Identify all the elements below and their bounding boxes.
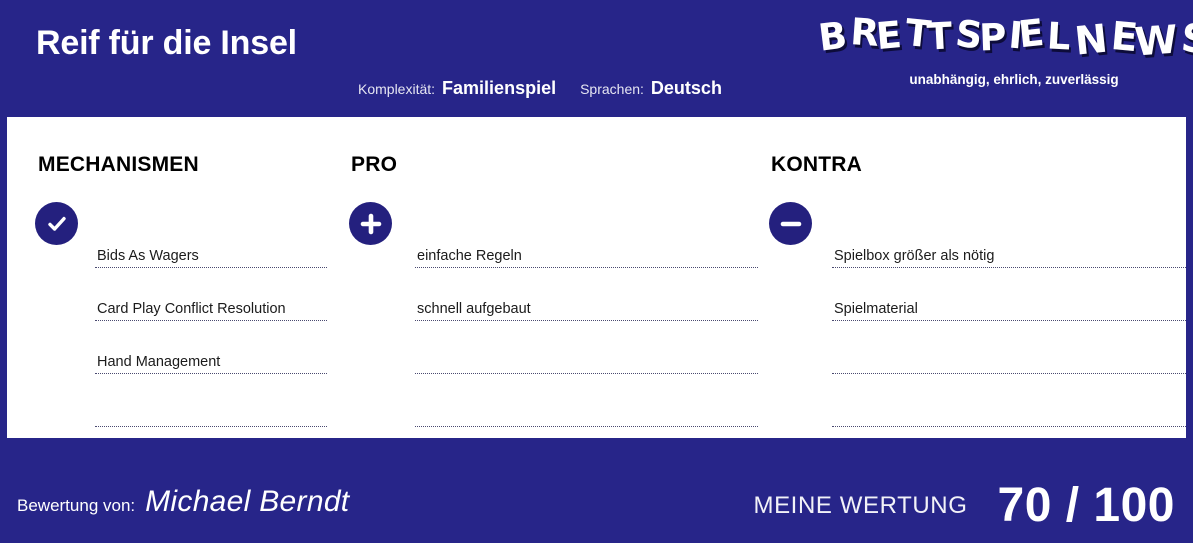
plus-circle-icon — [349, 202, 392, 245]
list-item[interactable]: Spielmaterial — [832, 268, 1186, 321]
list-item[interactable] — [95, 374, 327, 427]
list-item[interactable] — [832, 374, 1186, 427]
reviewer-name: Michael Berndt — [145, 485, 350, 518]
list-item-label: einfache Regeln — [417, 248, 522, 264]
score-value: 70 / 100 — [997, 479, 1175, 532]
column-kontra: KONTRA Spielbox größer als nötig Spielma… — [757, 117, 1186, 438]
entry-list-mechanismen: Bids As Wagers Card Play Conflict Resolu… — [95, 215, 327, 427]
brettspielnews-logo: BRETTSPIEL NEWS unabhängig, ehrlich, zuv… — [816, 10, 1193, 100]
entry-list-pro: einfache Regeln schnell aufgebaut — [415, 215, 758, 427]
reviewer-block: Bewertung von: Michael Berndt — [17, 485, 349, 519]
list-item[interactable] — [832, 321, 1186, 374]
list-item-label: Card Play Conflict Resolution — [97, 301, 286, 317]
list-item-label: Spielmaterial — [834, 301, 918, 317]
review-card: MECHANISMEN Bids As Wagers Card Play Con… — [7, 117, 1186, 438]
entry-list-kontra: Spielbox größer als nötig Spielmaterial — [832, 215, 1186, 427]
list-item[interactable]: einfache Regeln — [415, 215, 758, 268]
logo-word-brettspiel: BRETTSPIEL — [815, 10, 1072, 60]
list-item[interactable]: Hand Management — [95, 321, 327, 374]
list-item[interactable] — [415, 321, 758, 374]
column-heading-kontra: KONTRA — [771, 153, 863, 176]
logo-word-news: NEWS — [1072, 14, 1193, 66]
column-heading-pro: PRO — [351, 153, 398, 176]
column-mechanismen: MECHANISMEN Bids As Wagers Card Play Con… — [7, 117, 347, 438]
complexity-label: Komplexität: — [358, 81, 436, 97]
header-bar: Reif für die Insel Komplexität: Familien… — [0, 0, 1193, 117]
complexity-value: Familienspiel — [442, 78, 557, 98]
list-item[interactable]: Bids As Wagers — [95, 215, 327, 268]
list-item-label: Spielbox größer als nötig — [834, 248, 995, 264]
score-block: MEINE WERTUNG 70 / 100 — [753, 478, 1175, 533]
logo-wordmark: BRETTSPIEL NEWS — [816, 10, 1193, 70]
minus-circle-icon — [769, 202, 812, 245]
score-label: MEINE WERTUNG — [753, 491, 968, 519]
list-item-label: schnell aufgebaut — [417, 301, 531, 317]
footer-bar: Bewertung von: Michael Berndt MEINE WERT… — [0, 438, 1193, 543]
review-columns: MECHANISMEN Bids As Wagers Card Play Con… — [7, 117, 1186, 438]
reviewer-label: Bewertung von: — [17, 496, 136, 515]
logo-tagline: unabhängig, ehrlich, zuverlässig — [909, 72, 1119, 87]
list-item[interactable] — [415, 374, 758, 427]
page-title: Reif für die Insel — [36, 24, 297, 62]
game-meta-row: Komplexität: Familienspiel Sprachen: Deu… — [358, 78, 722, 99]
list-item[interactable]: schnell aufgebaut — [415, 268, 758, 321]
list-item-label: Hand Management — [97, 354, 221, 370]
list-item[interactable]: Spielbox größer als nötig — [832, 215, 1186, 268]
check-circle-icon — [35, 202, 78, 245]
column-heading-mechanismen: MECHANISMEN — [38, 153, 199, 176]
languages-value: Deutsch — [650, 78, 722, 98]
list-item[interactable]: Card Play Conflict Resolution — [95, 268, 327, 321]
list-item-label: Bids As Wagers — [97, 248, 199, 264]
languages-label: Sprachen: — [580, 81, 644, 97]
column-pro: PRO einfache Regeln schnell aufgebaut — [337, 117, 767, 438]
